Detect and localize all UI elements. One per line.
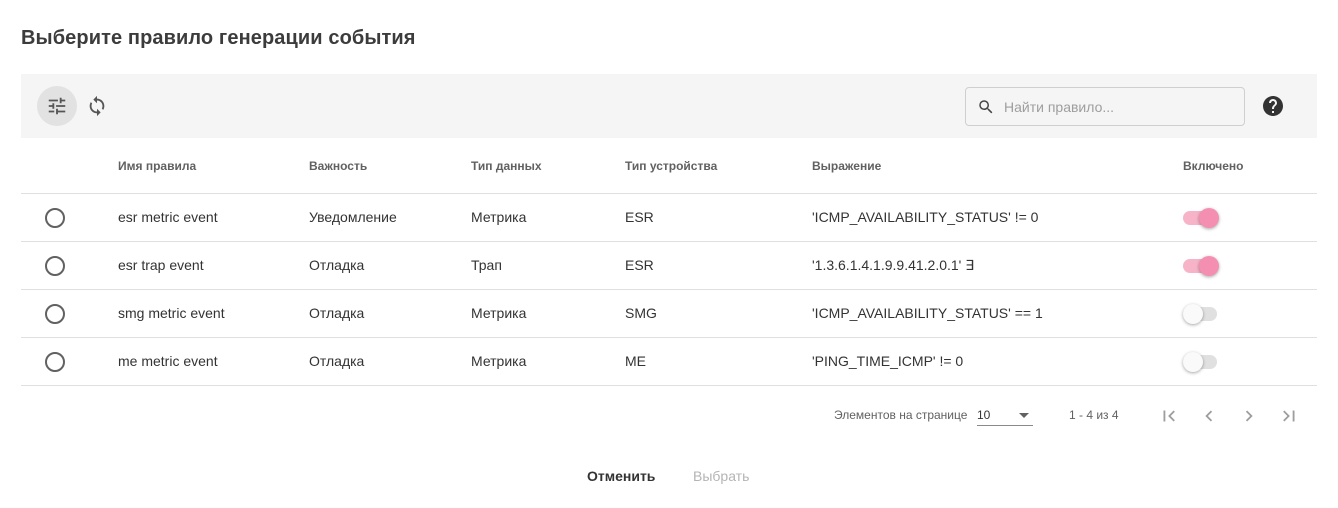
table-row[interactable]: smg metric event Отладка Метрика SMG 'IC… [21,290,1317,338]
search-icon [977,98,995,116]
cell-expression: 'ICMP_AVAILABILITY_STATUS' != 0 [812,209,1039,225]
enabled-toggle[interactable] [1183,256,1219,276]
cell-device-type: ESR [625,209,654,225]
row-select-radio[interactable] [45,304,65,324]
header-enabled[interactable]: Включено [1183,159,1243,173]
table-toolbar [21,74,1317,138]
refresh-button[interactable] [77,86,117,126]
chevron-right-icon [1245,410,1253,422]
first-page-button[interactable] [1157,404,1181,428]
row-select-radio[interactable] [45,256,65,276]
cell-expression: 'PING_TIME_ICMP' != 0 [812,353,964,369]
header-data-type[interactable]: Тип данных [471,159,542,173]
header-severity[interactable]: Важность [309,159,367,173]
search-field[interactable] [965,87,1245,126]
page-range-label: 1 - 4 из 4 [1069,408,1119,422]
tune-icon [48,97,66,115]
dialog-title: Выберите правило генерации события [21,27,416,49]
cell-expression: '1.3.6.1.4.1.9.9.41.2.0.1' ∃ [812,257,975,273]
cancel-button[interactable]: Отменить [587,468,655,484]
sync-icon [89,95,105,117]
chevron-down-icon [1019,413,1029,418]
page-size-value: 10 [977,408,991,422]
cell-device-type: ME [625,353,646,369]
cell-data-type: Трап [471,257,502,273]
rules-table: Имя правила Важность Тип данных Тип устр… [21,138,1317,386]
toggle-thumb [1183,304,1203,324]
search-input[interactable] [1004,98,1234,115]
row-select-radio[interactable] [45,352,65,372]
cell-severity: Отладка [309,305,365,321]
toggle-thumb [1199,208,1219,228]
prev-page-button[interactable] [1197,404,1221,428]
table-header: Имя правила Важность Тип данных Тип устр… [21,138,1317,194]
cell-device-type: SMG [625,305,657,321]
last-page-icon [1283,410,1295,422]
cell-severity: Уведомление [309,209,397,225]
next-page-button[interactable] [1237,404,1261,428]
header-device-type[interactable]: Тип устройства [625,159,717,173]
cell-data-type: Метрика [471,353,527,369]
enabled-toggle[interactable] [1183,208,1219,228]
cell-data-type: Метрика [471,305,527,321]
last-page-button[interactable] [1277,404,1301,428]
cell-name: me metric event [118,353,218,369]
cell-expression: 'ICMP_AVAILABILITY_STATUS' == 1 [812,305,1043,321]
table-row[interactable]: esr trap event Отладка Трап ESR '1.3.6.1… [21,242,1317,290]
page-size-label: Элементов на странице [834,408,968,422]
toggle-thumb [1183,352,1203,372]
cell-name: smg metric event [118,305,225,321]
select-button[interactable]: Выбрать [693,468,749,484]
row-select-radio[interactable] [45,208,65,228]
help-circle-icon [1263,96,1283,116]
dialog-actions: Отменить Выбрать [0,466,1338,486]
cell-device-type: ESR [625,257,654,273]
chevron-left-icon [1205,410,1213,422]
header-expression[interactable]: Выражение [812,159,881,173]
help-button[interactable] [1261,94,1285,118]
table-row[interactable]: me metric event Отладка Метрика ME 'PING… [21,338,1317,386]
paginator: Элементов на странице 10 1 - 4 из 4 [0,396,1338,436]
enabled-toggle[interactable] [1183,352,1219,372]
header-name[interactable]: Имя правила [118,159,196,173]
cell-name: esr metric event [118,209,218,225]
enabled-toggle[interactable] [1183,304,1219,324]
cell-severity: Отладка [309,257,365,273]
cell-data-type: Метрика [471,209,527,225]
page-size-select[interactable]: 10 [977,402,1033,426]
toggle-thumb [1199,256,1219,276]
filter-button[interactable] [37,86,77,126]
cell-severity: Отладка [309,353,365,369]
first-page-icon [1163,410,1175,422]
table-row[interactable]: esr metric event Уведомление Метрика ESR… [21,194,1317,242]
cell-name: esr trap event [118,257,204,273]
